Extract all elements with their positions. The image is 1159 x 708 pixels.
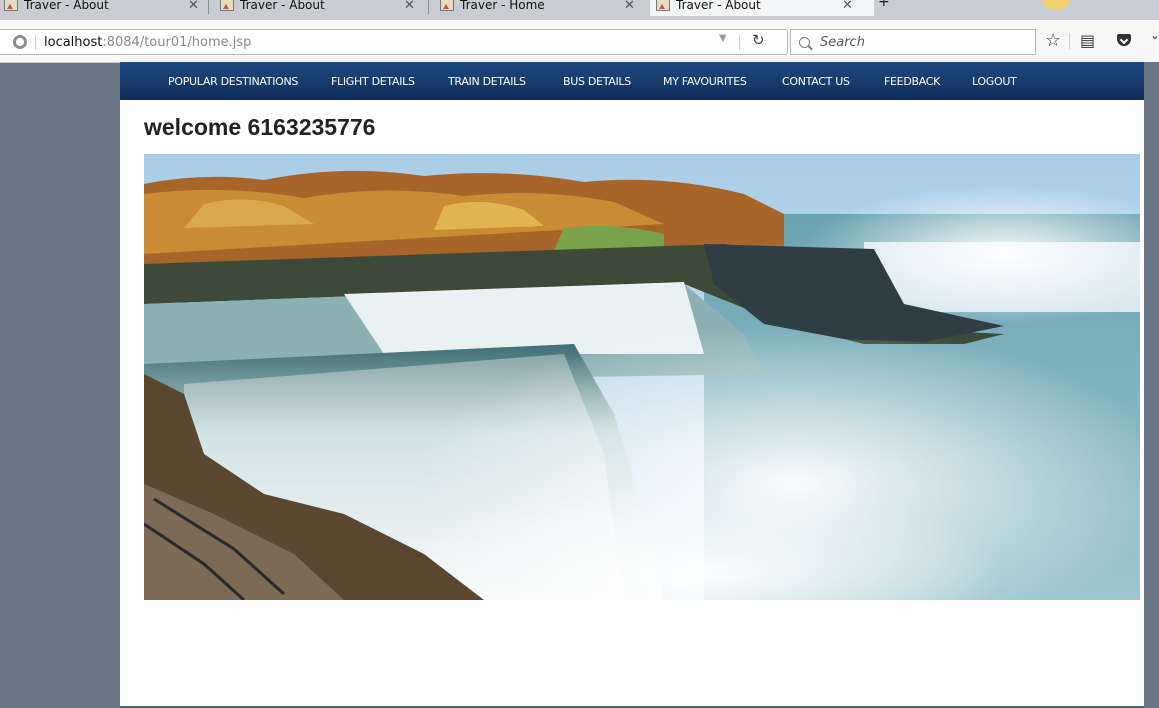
- new-tab-button[interactable]: +: [878, 0, 890, 10]
- right-gutter: [1144, 62, 1159, 708]
- chevron-down-icon[interactable]: ⌄: [1150, 28, 1159, 42]
- close-icon[interactable]: ✕: [188, 0, 199, 13]
- bookmark-star-icon[interactable]: ☆: [1045, 32, 1061, 50]
- page-container: POPULAR DESTINATIONS FLIGHT DETAILS TRAI…: [120, 62, 1144, 708]
- browser-toolbar: localhost:8084/tour01/home.jsp ▼ ↻ ☆ ▤ ⌄: [0, 20, 1159, 63]
- menu-logout[interactable]: LOGOUT: [972, 62, 1017, 100]
- address-bar[interactable]: localhost:8084/tour01/home.jsp ▼ ↻: [0, 29, 788, 55]
- dropdown-arrow-icon[interactable]: ▼: [719, 33, 727, 44]
- url-text[interactable]: localhost:8084/tour01/home.jsp: [44, 35, 251, 50]
- menu-bus-details[interactable]: BUS DETAILS: [563, 62, 631, 100]
- close-icon[interactable]: ✕: [404, 0, 415, 13]
- tab-title: Traver - About: [240, 0, 325, 12]
- page-favicon-icon: [440, 0, 454, 11]
- profile-icon[interactable]: [1042, 0, 1070, 10]
- browser-tab-strip: Traver - About ✕ Traver - About ✕ Traver…: [0, 0, 1159, 20]
- menu-contact-us[interactable]: CONTACT US: [782, 62, 850, 100]
- main-menu: POPULAR DESTINATIONS FLIGHT DETAILS TRAI…: [120, 62, 1144, 100]
- menu-train-details[interactable]: TRAIN DETAILS: [448, 62, 526, 100]
- menu-popular-destinations[interactable]: POPULAR DESTINATIONS: [168, 62, 298, 100]
- browser-tab-active[interactable]: Traver - About ✕: [650, 0, 874, 16]
- pocket-icon[interactable]: [1117, 34, 1131, 46]
- browser-tab[interactable]: Traver - About ✕: [220, 0, 416, 16]
- menu-my-favourites[interactable]: MY FAVOURITES: [663, 62, 747, 100]
- search-box[interactable]: [790, 29, 1036, 55]
- close-icon[interactable]: ✕: [624, 0, 635, 13]
- close-icon[interactable]: ✕: [842, 0, 853, 13]
- tab-title: Traver - About: [676, 0, 761, 12]
- hero-waterfall-image: [144, 154, 1140, 600]
- tab-title: Traver - About: [24, 0, 109, 12]
- site-info-icon[interactable]: [13, 35, 27, 49]
- page-favicon-icon: [4, 0, 18, 11]
- menu-feedback[interactable]: FEEDBACK: [884, 62, 940, 100]
- search-input[interactable]: [818, 33, 1022, 51]
- browser-tab[interactable]: Traver - Home ✕: [440, 0, 636, 16]
- welcome-heading: welcome 6163235776: [144, 114, 376, 140]
- page-favicon-icon: [656, 0, 670, 11]
- search-icon: [799, 36, 810, 48]
- tab-title: Traver - Home: [460, 0, 545, 12]
- menu-flight-details[interactable]: FLIGHT DETAILS: [331, 62, 415, 100]
- reload-icon[interactable]: ↻: [752, 31, 765, 49]
- page-favicon-icon: [220, 0, 234, 11]
- browser-tab[interactable]: Traver - About ✕: [4, 0, 200, 16]
- reading-list-icon[interactable]: ▤: [1080, 32, 1095, 50]
